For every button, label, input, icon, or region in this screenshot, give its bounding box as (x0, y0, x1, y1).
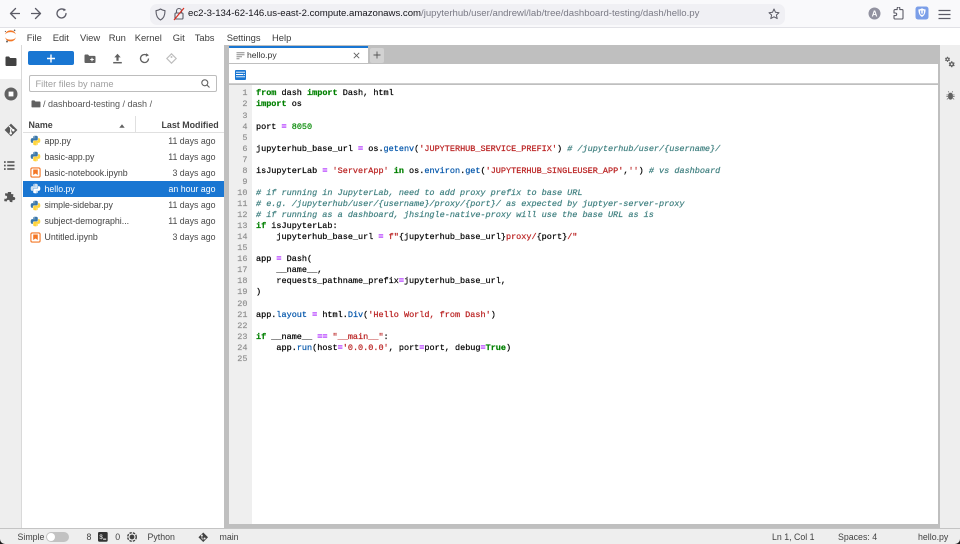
svg-text:$: $ (100, 534, 104, 541)
svg-text:A: A (872, 9, 878, 18)
